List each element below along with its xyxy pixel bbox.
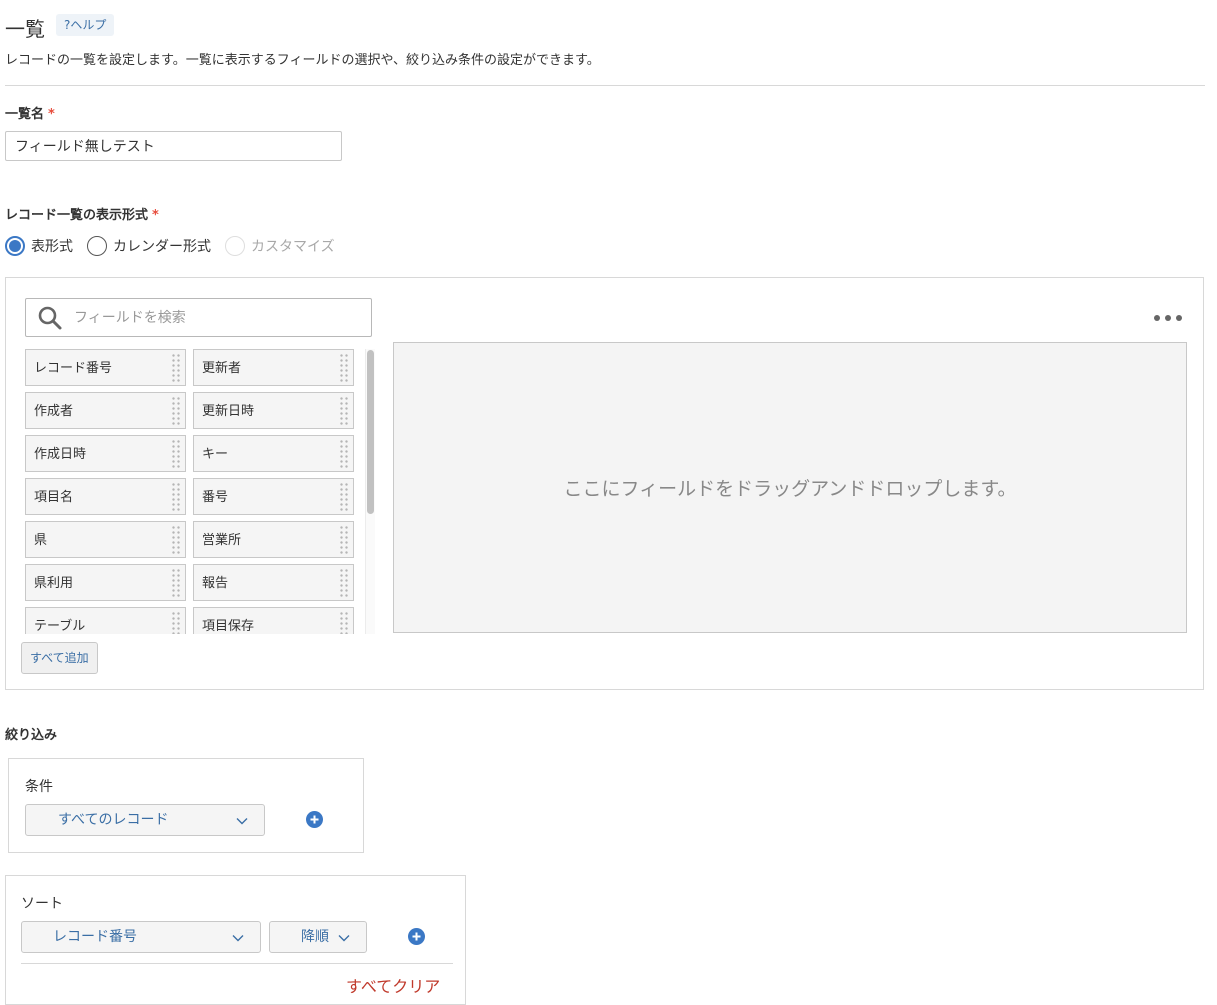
drag-handle-icon[interactable] (339, 396, 349, 426)
radio-calendar-format-label[interactable]: カレンダー形式 (113, 236, 211, 256)
display-format-radio-group: 表形式 カレンダー形式 カスタマイズ (5, 234, 349, 258)
field-item-label: 更新日時 (202, 404, 255, 419)
field-item-updated-by[interactable]: 更新者 (193, 349, 354, 386)
drag-handle-icon[interactable] (339, 525, 349, 555)
radio-calendar-format[interactable] (87, 236, 107, 256)
more-dot (1154, 315, 1160, 321)
field-item-label: 項目保存 (202, 619, 255, 634)
required-mark: * (48, 107, 55, 122)
chevron-down-icon (338, 935, 350, 942)
plus-icon (412, 932, 421, 941)
add-condition-icon[interactable] (306, 811, 323, 828)
field-item-label: 作成日時 (34, 447, 87, 462)
sort-divider (21, 963, 453, 964)
drag-handle-icon[interactable] (171, 568, 181, 598)
drag-handle-icon[interactable] (339, 482, 349, 512)
field-item-prefecture-use[interactable]: 県利用 (25, 564, 186, 601)
help-link[interactable]: ?ヘルプ (56, 14, 115, 36)
field-item-label: 番号 (202, 490, 229, 505)
list-name-label-text: 一覧名 (5, 107, 45, 122)
field-item-prefecture[interactable]: 県 (25, 521, 186, 558)
drag-handle-icon[interactable] (171, 525, 181, 555)
field-item-table[interactable]: テーブル (25, 607, 186, 634)
more-icon[interactable] (1154, 310, 1182, 326)
page-description: レコードの一覧を設定します。一覧に表示するフィールドの選択や、絞り込み条件の設定… (5, 53, 600, 68)
field-item-created-at[interactable]: 作成日時 (25, 435, 186, 472)
condition-select-value: すべてのレコード (58, 812, 169, 828)
drag-handle-icon[interactable] (339, 611, 349, 634)
field-list-scrollbar-thumb[interactable] (367, 350, 374, 514)
field-item-label: 県 (34, 533, 48, 548)
drag-handle-icon[interactable] (171, 439, 181, 469)
drop-zone-text: ここにフィールドをドラッグアンドドロップします。 (563, 478, 1017, 500)
field-search-input[interactable] (74, 309, 364, 327)
sort-label: ソート (21, 896, 63, 912)
clear-all-link[interactable]: すべてクリア (346, 973, 440, 997)
field-item-label: 更新者 (202, 361, 242, 376)
more-dot (1176, 315, 1182, 321)
sort-order-value: 降順 (301, 929, 329, 945)
radio-table-format-label[interactable]: 表形式 (31, 236, 73, 256)
sort-field-select[interactable]: レコード番号 (21, 921, 261, 953)
field-item-label: 営業所 (202, 533, 242, 548)
display-format-label: レコード一覧の表示形式 * (5, 204, 159, 223)
more-dot (1165, 315, 1171, 321)
field-item-updated-at[interactable]: 更新日時 (193, 392, 354, 429)
divider (5, 85, 1205, 86)
search-icon (38, 306, 62, 330)
field-item-label: レコード番号 (34, 361, 113, 376)
field-item-item-name[interactable]: 項目名 (25, 478, 186, 515)
chevron-down-icon (232, 935, 244, 942)
add-all-button[interactable]: すべて追加 (21, 642, 98, 674)
field-drop-zone[interactable]: ここにフィールドをドラッグアンドドロップします。 (393, 342, 1187, 633)
field-item-report[interactable]: 報告 (193, 564, 354, 601)
field-list: レコード番号 更新者 作成者 更新日時 作成日時 キー 項目名 番号 県 営業所… (25, 349, 360, 634)
radio-table-format[interactable] (5, 236, 25, 256)
drag-handle-icon[interactable] (171, 396, 181, 426)
drag-handle-icon[interactable] (171, 611, 181, 634)
field-item-label: キー (202, 447, 229, 462)
drag-handle-icon[interactable] (339, 568, 349, 598)
drag-handle-icon[interactable] (171, 482, 181, 512)
field-item-label: 県利用 (34, 576, 74, 591)
required-mark: * (152, 208, 159, 223)
field-item-label: テーブル (34, 619, 86, 634)
list-name-label: 一覧名 * (5, 103, 55, 122)
field-item-created-by[interactable]: 作成者 (25, 392, 186, 429)
field-item-label: 報告 (202, 576, 229, 591)
drag-handle-icon[interactable] (339, 439, 349, 469)
page-title: 一覧 (5, 17, 45, 41)
chevron-down-icon (236, 818, 248, 825)
field-item-label: 作成者 (34, 404, 74, 419)
sort-order-select[interactable]: 降順 (269, 921, 367, 953)
field-item-sales-office[interactable]: 営業所 (193, 521, 354, 558)
filter-title: 絞り込み (5, 728, 58, 743)
plus-icon (310, 815, 319, 824)
sort-field-value: レコード番号 (53, 929, 137, 945)
radio-customize (225, 236, 245, 256)
field-item-key[interactable]: キー (193, 435, 354, 472)
display-format-label-text: レコード一覧の表示形式 (5, 208, 149, 223)
drag-handle-icon[interactable] (339, 353, 349, 383)
field-item-record-number[interactable]: レコード番号 (25, 349, 186, 386)
field-item-item-save[interactable]: 項目保存 (193, 607, 354, 634)
radio-customize-label: カスタマイズ (251, 239, 335, 255)
condition-select[interactable]: すべてのレコード (25, 804, 265, 836)
add-sort-icon[interactable] (408, 928, 425, 945)
condition-label: 条件 (25, 779, 53, 795)
field-item-number[interactable]: 番号 (193, 478, 354, 515)
field-item-label: 項目名 (34, 490, 74, 505)
list-name-input[interactable]: フィールド無しテスト (5, 131, 342, 161)
drag-handle-icon[interactable] (171, 353, 181, 383)
